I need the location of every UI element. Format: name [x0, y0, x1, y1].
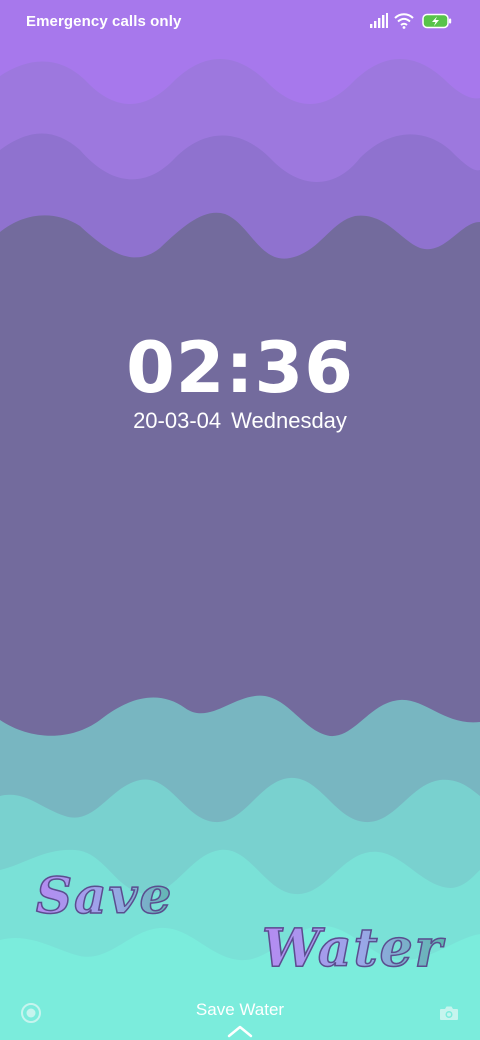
- lock-date-row: 20-03-04 Wednesday: [0, 408, 480, 434]
- wifi-icon: [394, 13, 414, 29]
- battery-charging-icon: [422, 13, 452, 29]
- camera-icon[interactable]: [438, 1002, 460, 1024]
- chevron-up-icon[interactable]: [226, 1024, 254, 1038]
- bottom-label: Save Water: [195, 1000, 285, 1019]
- signal-icon: [370, 13, 388, 28]
- status-bar: Emergency calls only: [0, 0, 480, 44]
- wallpaper-slogan-save: Save: [35, 865, 174, 926]
- carrier-status: Emergency calls only: [26, 13, 182, 30]
- wallpaper-slogan-water: Water: [261, 917, 445, 980]
- lock-weekday: Wednesday: [231, 408, 347, 433]
- status-icons: [370, 13, 452, 31]
- lock-date: 20-03-04: [133, 408, 222, 433]
- lock-clock: 02:36: [126, 327, 354, 409]
